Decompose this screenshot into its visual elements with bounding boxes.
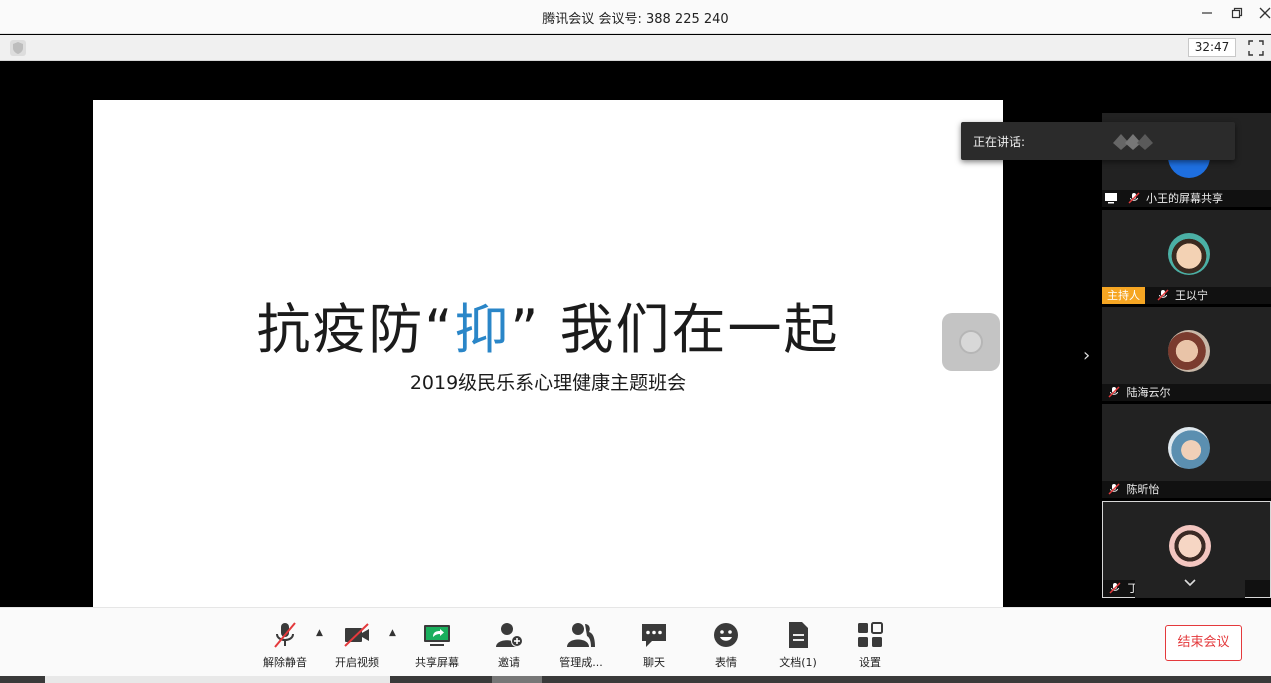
start-video-button[interactable]: 开启视频 bbox=[327, 620, 387, 670]
close-icon bbox=[1259, 7, 1271, 19]
title-bar: 腾讯会议 会议号: 388 225 240 bbox=[0, 0, 1271, 34]
slide-title-part2: ” 我们在一起 bbox=[510, 298, 840, 361]
participant-name: 小王的屏幕共享 bbox=[1146, 192, 1223, 205]
settings-button[interactable]: 设置 bbox=[840, 620, 900, 670]
security-shield-icon[interactable] bbox=[10, 40, 26, 56]
minimize-icon bbox=[1202, 12, 1212, 14]
avatar bbox=[1169, 525, 1211, 567]
slide-subtitle: 2019级民乐系心理健康主题班会 bbox=[409, 372, 687, 394]
participant-label: 小王的屏幕共享 bbox=[1102, 190, 1271, 207]
settings-label: 设置 bbox=[859, 656, 881, 669]
speaking-indicator: 正在讲话: bbox=[961, 122, 1235, 160]
mic-muted-icon bbox=[1109, 582, 1121, 594]
restore-button[interactable] bbox=[1226, 6, 1248, 26]
slide-title-highlight: 抑 bbox=[454, 298, 511, 361]
meeting-id-label: 会议号: bbox=[598, 12, 642, 27]
floating-assistive-button[interactable] bbox=[942, 313, 1000, 371]
apps-grid-icon bbox=[858, 622, 883, 647]
avatar bbox=[1168, 233, 1210, 275]
participant-label: 主持人 王以宁 bbox=[1102, 287, 1271, 304]
smiley-icon bbox=[714, 623, 738, 647]
chat-bubble-icon bbox=[642, 624, 666, 647]
mic-muted-icon bbox=[1108, 483, 1120, 495]
participants-icon bbox=[567, 623, 595, 647]
unmute-button[interactable]: 解除静音 bbox=[255, 620, 315, 670]
participant-tile[interactable]: 陈昕怡 bbox=[1102, 404, 1271, 498]
invite-label: 邀请 bbox=[498, 656, 520, 669]
add-user-icon bbox=[496, 623, 523, 647]
participant-tile[interactable]: 陆海云尔 bbox=[1102, 307, 1271, 401]
share-screen-button[interactable]: 共享屏幕 bbox=[407, 620, 467, 670]
mic-muted-icon bbox=[1127, 192, 1140, 204]
audio-options-caret-icon[interactable]: ▲ bbox=[316, 628, 326, 638]
share-screen-label: 共享屏幕 bbox=[415, 656, 459, 669]
screen-share-icon bbox=[1105, 193, 1117, 204]
info-bar: 32:47 bbox=[0, 35, 1271, 61]
documents-label: 文档(1) bbox=[779, 656, 817, 669]
invite-button[interactable]: 邀请 bbox=[479, 620, 539, 670]
chat-button[interactable]: 聊天 bbox=[624, 620, 684, 670]
participant-name: 王以宁 bbox=[1175, 289, 1208, 302]
meeting-id: 388 225 240 bbox=[645, 12, 729, 27]
app-name: 腾讯会议 bbox=[542, 12, 595, 27]
share-screen-icon bbox=[424, 625, 450, 646]
scroll-participants-down-button[interactable] bbox=[1135, 570, 1245, 598]
restore-icon bbox=[1231, 7, 1243, 19]
mic-muted-icon bbox=[1108, 386, 1120, 398]
taskbar-strip bbox=[0, 676, 1271, 683]
meeting-toolbar: 解除静音 ▲ 开启视频 ▲ 共享屏幕 邀请 管理成... 聊天 表情 文档(1)… bbox=[0, 607, 1271, 683]
host-badge: 主持人 bbox=[1102, 287, 1145, 304]
documents-button[interactable]: 文档(1) bbox=[768, 620, 828, 670]
mic-muted-icon bbox=[274, 622, 296, 648]
participant-name: 陈昕怡 bbox=[1126, 483, 1160, 496]
avatar bbox=[1168, 330, 1210, 372]
chevron-down-icon bbox=[1184, 579, 1196, 587]
slide-title: 抗疫防“抑” 我们在一起 bbox=[93, 285, 1003, 364]
slide-title-part1: 抗疫防“ bbox=[256, 298, 455, 361]
minimize-button[interactable] bbox=[1196, 6, 1218, 26]
fullscreen-icon bbox=[1248, 40, 1264, 56]
reaction-label: 表情 bbox=[715, 656, 737, 669]
taskbar-segment bbox=[492, 676, 542, 683]
toggle-panel-chevron-icon[interactable]: › bbox=[1083, 345, 1090, 366]
taskbar-segment bbox=[45, 676, 390, 683]
avatar bbox=[1168, 427, 1210, 469]
unmute-label: 解除静音 bbox=[263, 656, 307, 669]
meeting-stage: 抗疫防“抑” 我们在一起 2019级民乐系心理健康主题班会 › 小王的屏幕共享 … bbox=[0, 62, 1271, 607]
participant-list: 小王的屏幕共享 主持人 王以宁 陆海云尔 陈昕怡 bbox=[1102, 113, 1271, 607]
video-options-caret-icon[interactable]: ▲ bbox=[389, 628, 399, 638]
assistive-dot-icon bbox=[959, 330, 983, 354]
mic-muted-icon bbox=[1156, 289, 1169, 301]
reaction-button[interactable]: 表情 bbox=[696, 620, 756, 670]
fullscreen-button[interactable] bbox=[1247, 39, 1265, 57]
shared-screen-slide: 抗疫防“抑” 我们在一起 2019级民乐系心理健康主题班会 bbox=[93, 100, 1003, 607]
participant-tile[interactable]: 主持人 王以宁 bbox=[1102, 210, 1271, 304]
chat-label: 聊天 bbox=[643, 656, 665, 669]
blurred-speaker-name bbox=[1113, 134, 1153, 150]
manage-participants-button[interactable]: 管理成... bbox=[551, 620, 611, 670]
meeting-timer: 32:47 bbox=[1188, 38, 1236, 57]
window-title: 腾讯会议 会议号: 388 225 240 bbox=[0, 8, 1271, 27]
end-meeting-button[interactable]: 结束会议 bbox=[1165, 625, 1242, 661]
close-button[interactable] bbox=[1254, 6, 1271, 26]
participant-label: 陈昕怡 bbox=[1102, 481, 1271, 498]
manage-participants-label: 管理成... bbox=[559, 656, 603, 669]
start-video-label: 开启视频 bbox=[335, 656, 379, 669]
camera-off-icon bbox=[344, 623, 369, 647]
speaking-label: 正在讲话: bbox=[973, 135, 1026, 149]
document-icon bbox=[789, 622, 808, 648]
participant-label: 陆海云尔 bbox=[1102, 384, 1271, 401]
participant-name: 陆海云尔 bbox=[1126, 386, 1171, 399]
